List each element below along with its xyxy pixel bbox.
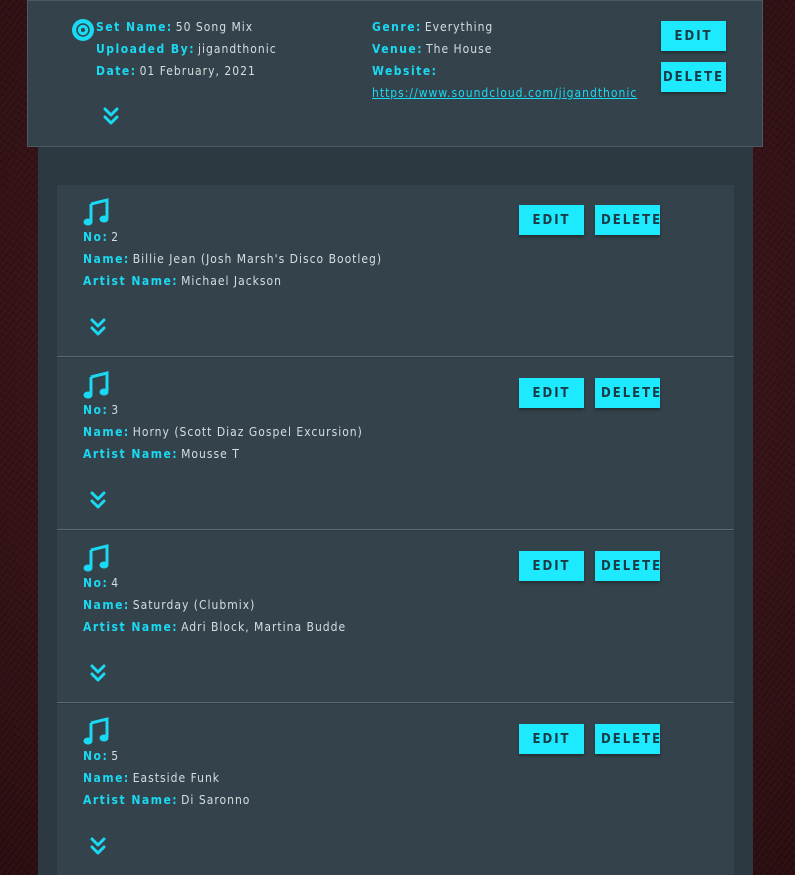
music-note-icon — [83, 198, 109, 226]
set-edit-button[interactable]: EDIT — [661, 21, 726, 51]
song-delete-button[interactable]: DELETE — [595, 551, 660, 581]
song-number-value: 2 — [111, 230, 120, 244]
genre-value: Everything — [424, 20, 494, 34]
song-number-field: No: 4 — [83, 576, 120, 590]
song-delete-button[interactable]: DELETE — [595, 724, 660, 754]
date-field: Date: 01 February, 2021 — [96, 64, 256, 78]
artist-name-field: Artist Name: Adri Block, Martina Budde — [83, 620, 347, 634]
song-card: No: 3 Name: Horny (Scott Diaz Gospel Excur… — [57, 358, 734, 530]
song-card: No: 4 Name: Saturday (Clubmix) Artist Name… — [57, 531, 734, 703]
genre-field: Genre: Everything — [372, 20, 494, 34]
song-name-value: Horny (Scott Diaz Gospel Excursion) — [132, 425, 363, 439]
artist-name-value: Michael Jackson — [181, 274, 282, 288]
music-note-icon — [83, 371, 109, 399]
chevron-double-down-icon[interactable] — [90, 491, 106, 511]
song-number-value: 5 — [111, 749, 120, 763]
website-label-field: Website: — [372, 64, 438, 78]
date-value: 01 February, 2021 — [139, 64, 256, 78]
chevron-double-down-icon[interactable] — [90, 664, 106, 684]
vinyl-disc-icon — [72, 19, 94, 41]
song-delete-button[interactable]: DELETE — [595, 205, 660, 235]
song-number-field: No: 5 — [83, 749, 120, 763]
set-name-field: Set Name: 50 Song Mix — [96, 20, 254, 34]
venue-value: The House — [426, 42, 493, 56]
song-name-value: Eastside Funk — [132, 771, 221, 785]
song-number-value: 3 — [111, 403, 120, 417]
song-edit-button[interactable]: EDIT — [519, 724, 584, 754]
song-name-field: Name: Billie Jean (Josh Marsh's Disco Boo… — [83, 252, 383, 266]
artist-name-field: Artist Name: Mousse T — [83, 447, 240, 461]
song-name-value: Saturday (Clubmix) — [132, 598, 256, 612]
chevron-double-down-icon[interactable] — [103, 107, 119, 127]
venue-field: Venue: The House — [372, 42, 493, 56]
song-delete-button[interactable]: DELETE — [595, 378, 660, 408]
music-note-icon — [83, 717, 109, 745]
song-name-value: Billie Jean (Josh Marsh's Disco Bootleg) — [132, 252, 383, 266]
song-edit-button[interactable]: EDIT — [519, 378, 584, 408]
uploaded-by-field: Uploaded By: jigandthonic — [96, 42, 277, 56]
chevron-double-down-icon[interactable] — [90, 318, 106, 338]
song-card: No: 2 Name: Billie Jean (Josh Marsh's Disc… — [57, 185, 734, 357]
song-number-field: No: 3 — [83, 403, 120, 417]
uploaded-by-value: jigandthonic — [198, 42, 277, 56]
song-number-field: No: 2 — [83, 230, 120, 244]
artist-name-field: Artist Name: Di Saronno — [83, 793, 251, 807]
set-delete-button[interactable]: DELETE — [661, 62, 726, 92]
website-field: https://www.soundcloud.com/jigandthonic — [372, 86, 637, 100]
chevron-double-down-icon[interactable] — [90, 837, 106, 857]
song-name-field: Name: Saturday (Clubmix) — [83, 598, 256, 612]
artist-name-value: Adri Block, Martina Budde — [181, 620, 347, 634]
artist-name-value: Di Saronno — [181, 793, 251, 807]
song-name-field: Name: Horny (Scott Diaz Gospel Excursion) — [83, 425, 363, 439]
song-edit-button[interactable]: EDIT — [519, 205, 584, 235]
set-name-value: 50 Song Mix — [175, 20, 254, 34]
website-link[interactable]: https://www.soundcloud.com/jigandthonic — [372, 86, 637, 100]
music-note-icon — [83, 544, 109, 572]
artist-name-field: Artist Name: Michael Jackson — [83, 274, 282, 288]
artist-name-value: Mousse T — [181, 447, 240, 461]
song-card: No: 5 Name: Eastside Funk Artist Name: Di S… — [57, 704, 734, 875]
song-edit-button[interactable]: EDIT — [519, 551, 584, 581]
song-number-value: 4 — [111, 576, 120, 590]
song-name-field: Name: Eastside Funk — [83, 771, 221, 785]
set-card: Set Name: 50 Song Mix Uploaded By: jigandt… — [27, 0, 763, 147]
